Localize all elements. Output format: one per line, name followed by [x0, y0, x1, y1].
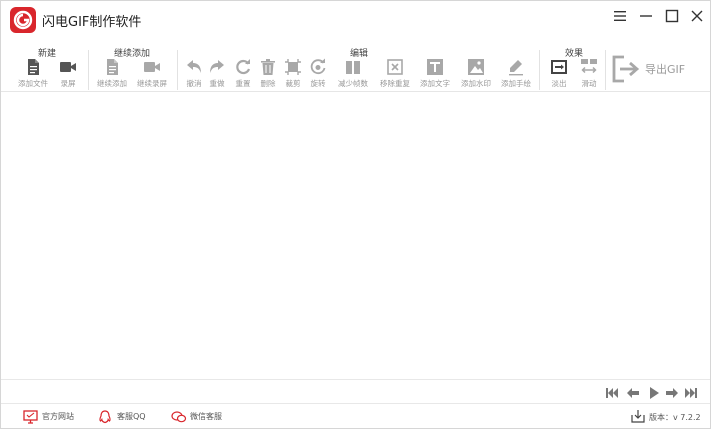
slide-icon: [581, 59, 597, 74]
export-gif-button[interactable]: 导出GIF: [611, 54, 701, 84]
playback-bar: [1, 379, 710, 403]
rotate-icon: [310, 58, 326, 75]
maximize-icon: [665, 9, 679, 23]
image-icon: [468, 59, 484, 75]
wechat-icon: [171, 411, 187, 423]
add-file-button[interactable]: 添加文件: [13, 58, 53, 90]
continue-record-button[interactable]: 继续录屏: [132, 58, 172, 90]
document-icon: [28, 59, 39, 75]
app-title: 闪电GIF制作软件: [42, 15, 142, 30]
pen-icon: [509, 60, 523, 76]
remove-duplicate-icon: [387, 59, 403, 75]
version-label: 版本：v 7.2.2: [649, 413, 701, 422]
toolbar-divider: [88, 50, 89, 90]
menu-button[interactable]: [609, 5, 631, 27]
download-update-icon: [631, 410, 645, 423]
skip-back-icon: [606, 388, 618, 398]
toolbar: 新建 继续添加 编辑 效果 添加文件 录屏 继续添加 继续录屏 撤消 重做 重置…: [1, 42, 710, 92]
add-handwriting-button[interactable]: 添加手绘: [496, 58, 536, 90]
app-window: 闪电GIF制作软件 新建 继续添加 编辑 效果 添加文件 录屏 继续添加 继续录…: [0, 0, 711, 429]
maximize-button[interactable]: [661, 5, 683, 27]
skip-forward-icon: [685, 388, 697, 398]
arrow-left-icon: [627, 388, 639, 398]
video-camera-icon: [60, 62, 76, 72]
export-icon: [612, 55, 640, 83]
title-bar: 闪电GIF制作软件: [1, 1, 710, 37]
remove-duplicate-button[interactable]: 移除重复: [375, 58, 415, 90]
document-icon: [107, 59, 118, 75]
minimize-button[interactable]: [635, 5, 657, 27]
slide-button[interactable]: 滑动: [569, 58, 609, 90]
status-bar: 官方网站 客服QQ 微信客服 版本：v 7.2.2: [1, 403, 710, 428]
fade-out-icon: [551, 60, 567, 74]
service-qq-link[interactable]: 客服QQ: [98, 409, 153, 425]
play-icon: [650, 387, 659, 399]
wechat-service-link[interactable]: 微信客服: [171, 409, 231, 425]
qq-penguin-icon: [99, 410, 111, 424]
app-logo-icon: [10, 7, 36, 33]
close-button[interactable]: [686, 5, 708, 27]
close-icon: [691, 10, 703, 22]
continue-add-button[interactable]: 继续添加: [92, 58, 132, 90]
add-text-button[interactable]: 添加文字: [415, 58, 455, 90]
minimize-icon: [640, 15, 652, 17]
hamburger-icon: [614, 11, 626, 21]
frame-canvas[interactable]: [1, 93, 710, 379]
play-button[interactable]: [647, 385, 661, 399]
arrow-right-icon: [666, 388, 678, 398]
first-frame-button[interactable]: [605, 385, 619, 399]
next-frame-button[interactable]: [665, 385, 679, 399]
monitor-icon: [23, 410, 38, 424]
rotate-button[interactable]: 旋转: [298, 58, 338, 90]
previous-frame-button[interactable]: [626, 385, 640, 399]
add-watermark-button[interactable]: 添加水印: [456, 58, 496, 90]
official-site-link[interactable]: 官方网站: [23, 409, 83, 425]
last-frame-button[interactable]: [684, 385, 698, 399]
record-screen-button[interactable]: 录屏: [48, 58, 88, 90]
reduce-frames-button[interactable]: 减少帧数: [333, 58, 373, 90]
frames-icon: [346, 61, 360, 74]
video-camera-icon: [144, 62, 160, 72]
text-icon: [427, 59, 443, 75]
